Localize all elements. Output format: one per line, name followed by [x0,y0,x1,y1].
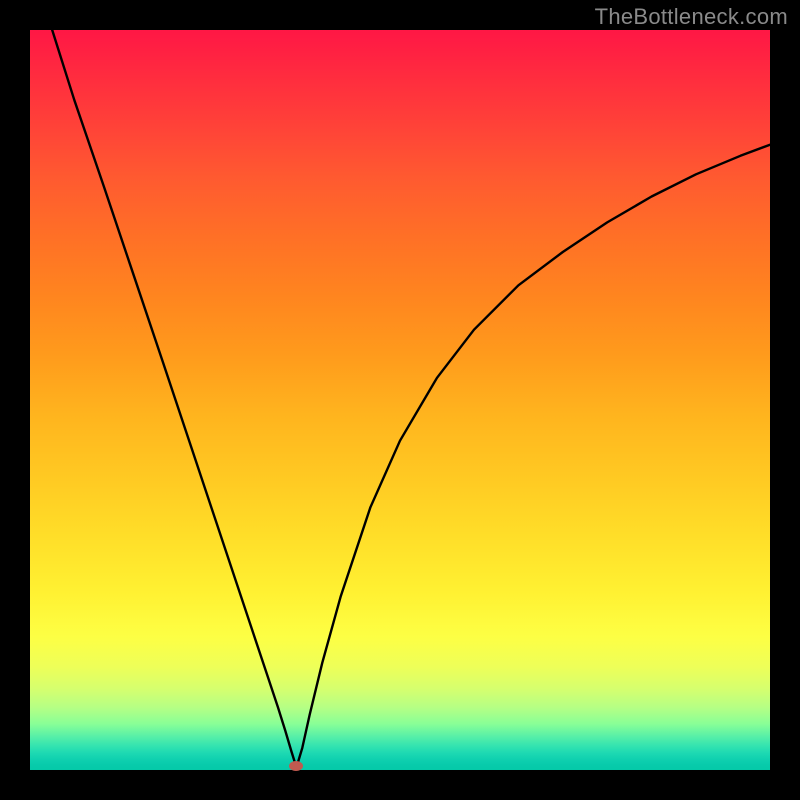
curve-svg [30,30,770,770]
left-branch-line [52,30,295,763]
minimum-marker [289,761,303,771]
chart-frame: TheBottleneck.com [0,0,800,800]
plot-area [30,30,770,770]
right-branch-line [298,145,770,763]
watermark-text: TheBottleneck.com [595,4,788,30]
